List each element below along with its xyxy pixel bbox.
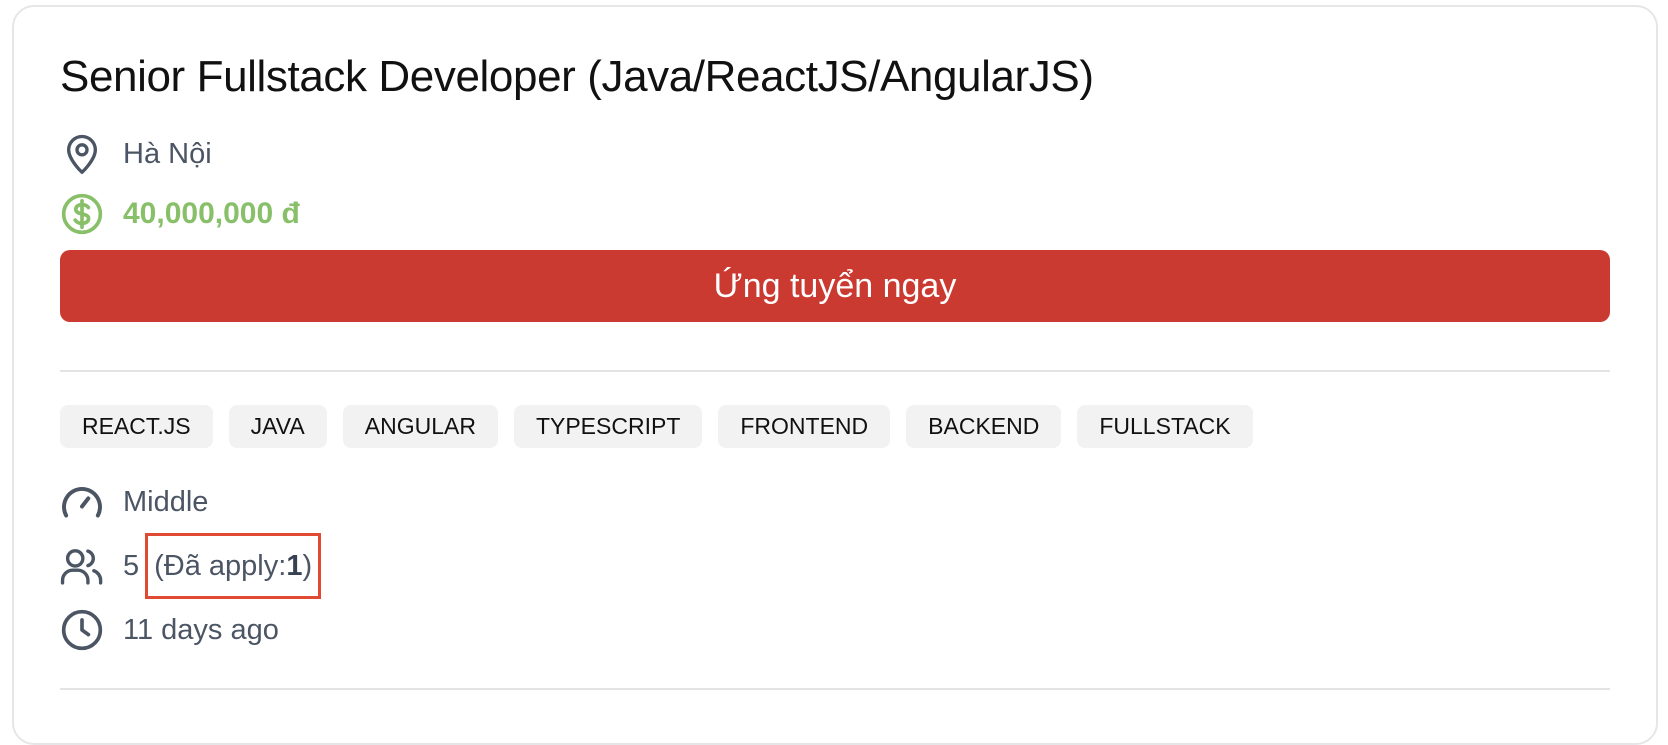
skill-tags: REACT.JS JAVA ANGULAR TYPESCRIPT FRONTEN… <box>60 405 1253 448</box>
salary-row: 40,000,000 đ <box>60 190 300 238</box>
posted-row: 11 days ago <box>60 606 279 654</box>
openings-count: 5 <box>123 549 140 582</box>
apply-now-button[interactable]: Ứng tuyển ngay <box>60 250 1610 322</box>
applied-prefix: (Đã apply: <box>154 549 287 582</box>
dollar-circle-icon <box>60 192 104 236</box>
job-title[interactable]: Senior Fullstack Developer (Java/ReactJS… <box>60 50 1094 104</box>
location-row: Hà Nội <box>60 130 212 178</box>
tag-angular[interactable]: ANGULAR <box>342 405 498 448</box>
openings-text: 5 (Đã apply: 1 ) <box>123 533 322 599</box>
applied-suffix: ) <box>302 549 313 582</box>
job-level: Middle <box>123 485 209 518</box>
posted-time: 11 days ago <box>123 613 279 646</box>
tag-java[interactable]: JAVA <box>228 405 327 448</box>
divider <box>60 370 1610 372</box>
clock-icon <box>60 608 104 652</box>
divider <box>60 688 1610 690</box>
gauge-icon <box>60 480 104 524</box>
applied-count: 1 <box>286 549 303 582</box>
job-salary: 40,000,000 đ <box>123 197 300 230</box>
openings-row: 5 (Đã apply: 1 ) <box>60 533 322 599</box>
users-icon <box>60 544 104 588</box>
tag-frontend[interactable]: FRONTEND <box>718 405 891 448</box>
tag-fullstack[interactable]: FULLSTACK <box>1077 405 1253 448</box>
job-location: Hà Nội <box>123 137 212 170</box>
level-row: Middle <box>60 478 208 526</box>
tag-backend[interactable]: BACKEND <box>906 405 1062 448</box>
tag-typescript[interactable]: TYPESCRIPT <box>513 405 703 448</box>
map-pin-icon <box>60 132 104 176</box>
tag-reactjs[interactable]: REACT.JS <box>60 405 213 448</box>
applied-count-highlight: (Đã apply: 1 ) <box>145 533 322 599</box>
